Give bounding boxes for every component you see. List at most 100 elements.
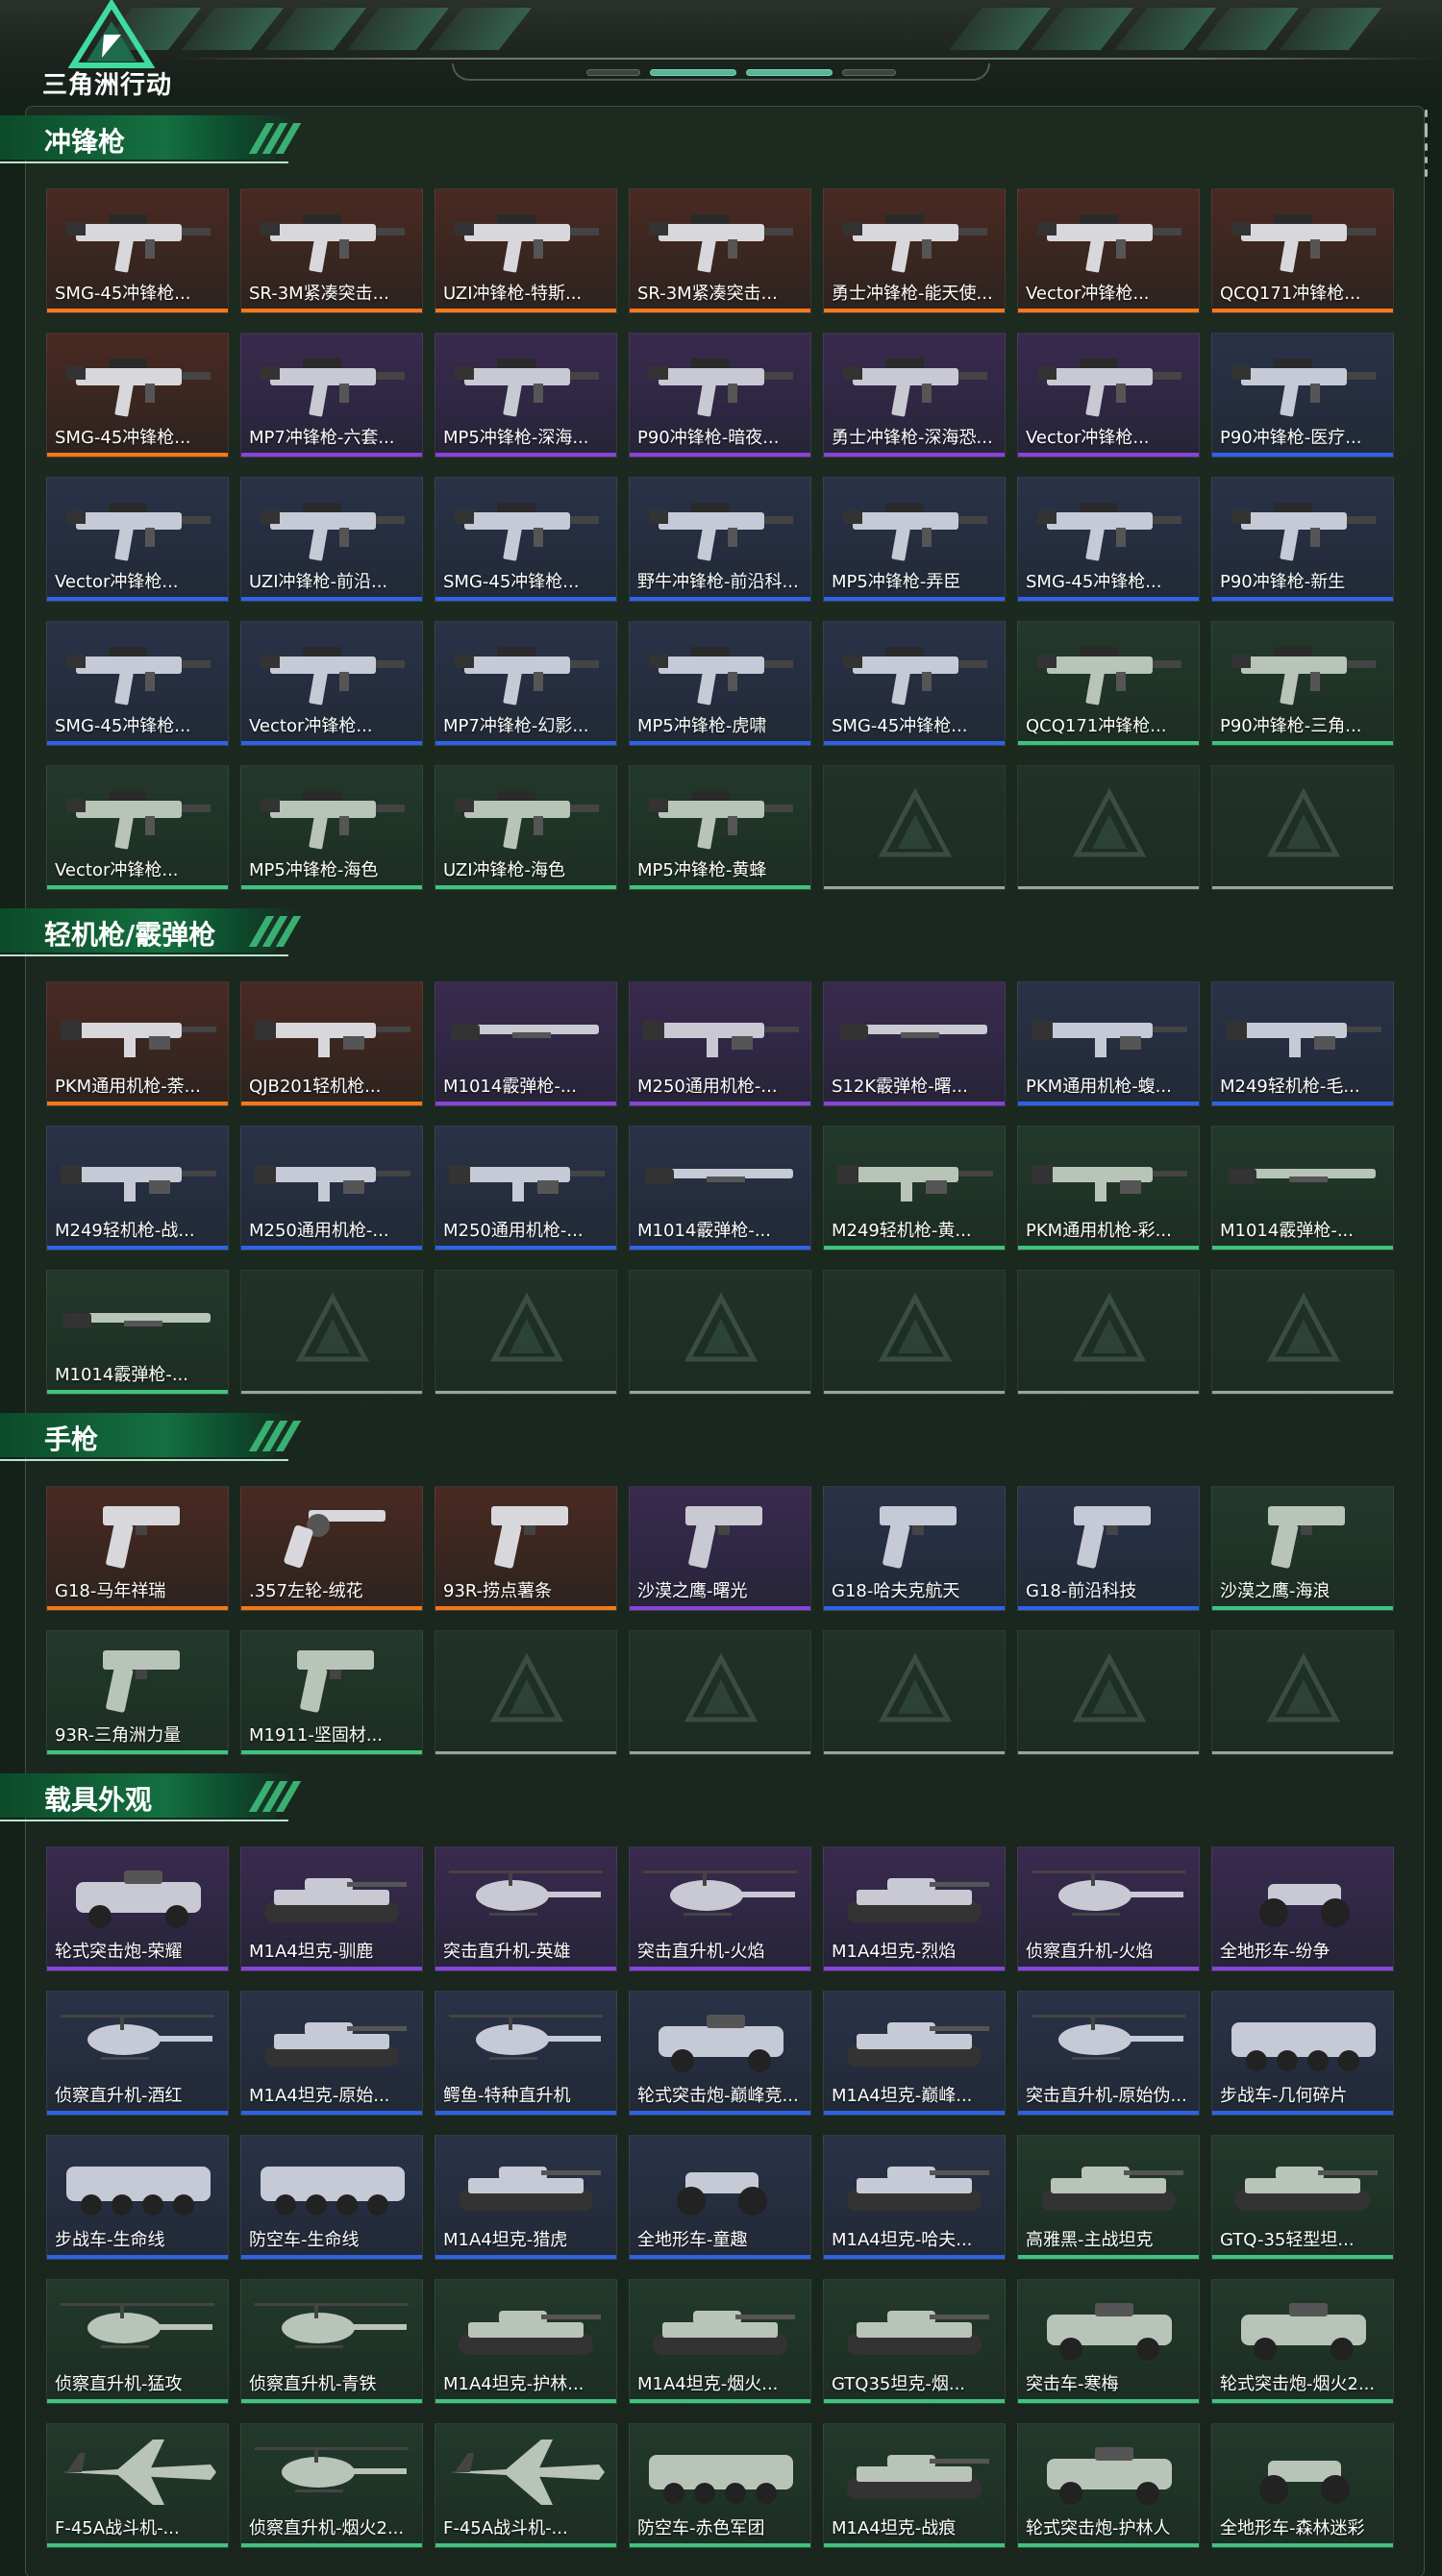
nav-pill[interactable]: [650, 69, 736, 76]
skin-card[interactable]: 轮式突击炮-巅峰竞...: [629, 1991, 811, 2116]
skin-card[interactable]: M1911-坚固材...: [240, 1630, 423, 1755]
smg-icon: [251, 483, 414, 568]
skin-card[interactable]: M1014霰弹枪-...: [1211, 1126, 1394, 1251]
scrollbar[interactable]: [1425, 110, 1430, 178]
skin-card[interactable]: UZI冲锋枪-特斯...: [435, 188, 617, 313]
skin-card[interactable]: SMG-45冲锋枪...: [823, 621, 1006, 746]
skin-card[interactable]: 步战车-几何碎片: [1211, 1991, 1394, 2116]
skin-card[interactable]: SMG-45冲锋枪...: [1017, 477, 1200, 602]
skin-card[interactable]: GTQ35坦克-烟...: [823, 2279, 1006, 2404]
skin-name: G18-马年祥瑞: [55, 1581, 166, 1601]
skin-card[interactable]: PKM通用机枪-彩...: [1017, 1126, 1200, 1251]
skin-card[interactable]: MP5冲锋枪-虎啸: [629, 621, 811, 746]
skin-card[interactable]: P90冲锋枪-三角...: [1211, 621, 1394, 746]
skin-card[interactable]: 防空车-生命线: [240, 2135, 423, 2260]
skin-card[interactable]: M1014霰弹枪-...: [629, 1126, 811, 1251]
skin-card[interactable]: MP5冲锋枪-弄臣: [823, 477, 1006, 602]
skin-card[interactable]: M1A4坦克-驯鹿: [240, 1846, 423, 1971]
skin-card[interactable]: UZI冲锋枪-前沿...: [240, 477, 423, 602]
skin-card[interactable]: F-45A战斗机-...: [46, 2423, 229, 2548]
skin-card[interactable]: 突击车-寒梅: [1017, 2279, 1200, 2404]
skin-card[interactable]: SMG-45冲锋枪...: [46, 188, 229, 313]
skin-card[interactable]: MP5冲锋枪-深海...: [435, 333, 617, 458]
skin-card[interactable]: M250通用机枪-...: [435, 1126, 617, 1251]
skin-name: 全地形车-童趣: [637, 2230, 748, 2250]
skin-card[interactable]: 突击直升机-英雄: [435, 1846, 617, 1971]
skin-card[interactable]: 全地形车-童趣: [629, 2135, 811, 2260]
skin-card[interactable]: M1A4坦克-巅峰...: [823, 1991, 1006, 2116]
skin-card[interactable]: 防空车-赤色军团: [629, 2423, 811, 2548]
skin-name: QCQ171冲锋枪...: [1026, 716, 1167, 736]
skin-card[interactable]: 高雅黑-主战坦克: [1017, 2135, 1200, 2260]
skin-card[interactable]: UZI冲锋枪-海色: [435, 765, 617, 890]
nav-pill[interactable]: [842, 69, 896, 76]
skin-card[interactable]: Vector冲锋枪...: [46, 765, 229, 890]
skin-card[interactable]: G18-前沿科技: [1017, 1486, 1200, 1611]
skin-card[interactable]: 侦察直升机-火焰: [1017, 1846, 1200, 1971]
skin-card[interactable]: Vector冲锋枪...: [1017, 333, 1200, 458]
skin-card[interactable]: M1A4坦克-护林...: [435, 2279, 617, 2404]
skin-card[interactable]: 侦察直升机-青铁: [240, 2279, 423, 2404]
skin-card[interactable]: 突击直升机-原始伪...: [1017, 1991, 1200, 2116]
skin-card[interactable]: 步战车-生命线: [46, 2135, 229, 2260]
skin-card[interactable]: MP7冲锋枪-幻影...: [435, 621, 617, 746]
skin-card[interactable]: MP7冲锋枪-六套...: [240, 333, 423, 458]
skin-card[interactable]: 勇士冲锋枪-深海恐...: [823, 333, 1006, 458]
skin-card[interactable]: M250通用机枪-...: [240, 1126, 423, 1251]
skin-card[interactable]: 突击直升机-火焰: [629, 1846, 811, 1971]
skin-card[interactable]: QCQ171冲锋枪...: [1017, 621, 1200, 746]
nav-pill[interactable]: [586, 69, 640, 76]
skin-card[interactable]: M249轻机枪-毛...: [1211, 981, 1394, 1106]
skin-card[interactable]: MP5冲锋枪-海色: [240, 765, 423, 890]
skin-card[interactable]: M1A4坦克-烟火...: [629, 2279, 811, 2404]
skin-card[interactable]: S12K霰弹枪-曙...: [823, 981, 1006, 1106]
skin-card[interactable]: Vector冲锋枪...: [1017, 188, 1200, 313]
skin-card[interactable]: M1014霰弹枪-...: [46, 1270, 229, 1395]
skin-card[interactable]: Vector冲锋枪...: [240, 621, 423, 746]
skin-card[interactable]: M1014霰弹枪-...: [435, 981, 617, 1106]
skin-card[interactable]: 野牛冲锋枪-前沿科...: [629, 477, 811, 602]
skin-card[interactable]: 侦察直升机-猛攻: [46, 2279, 229, 2404]
skin-card[interactable]: SMG-45冲锋枪...: [435, 477, 617, 602]
skin-card[interactable]: GTQ-35轻型坦...: [1211, 2135, 1394, 2260]
skin-card[interactable]: 轮式突击炮-荣耀: [46, 1846, 229, 1971]
skin-card[interactable]: 侦察直升机-酒红: [46, 1991, 229, 2116]
skin-card[interactable]: 93R-捞点薯条: [435, 1486, 617, 1611]
skin-card[interactable]: P90冲锋枪-暗夜...: [629, 333, 811, 458]
skin-card[interactable]: 轮式突击炮-烟火2...: [1211, 2279, 1394, 2404]
skin-card[interactable]: QCQ171冲锋枪...: [1211, 188, 1394, 313]
skin-card[interactable]: MP5冲锋枪-黄蜂: [629, 765, 811, 890]
skin-card[interactable]: M249轻机枪-黄...: [823, 1126, 1006, 1251]
skin-card[interactable]: M1A4坦克-猎虎: [435, 2135, 617, 2260]
skin-card[interactable]: M1A4坦克-原始...: [240, 1991, 423, 2116]
skin-card[interactable]: F-45A战斗机-...: [435, 2423, 617, 2548]
skin-card[interactable]: 勇士冲锋枪-能天使...: [823, 188, 1006, 313]
skin-card[interactable]: 全地形车-纷争: [1211, 1846, 1394, 1971]
skin-card[interactable]: 侦察直升机-烟火2...: [240, 2423, 423, 2548]
skin-card[interactable]: QJB201轻机枪...: [240, 981, 423, 1106]
skin-card[interactable]: SMG-45冲锋枪...: [46, 333, 229, 458]
skin-card[interactable]: 93R-三角洲力量: [46, 1630, 229, 1755]
skin-card[interactable]: 轮式突击炮-护林人: [1017, 2423, 1200, 2548]
skin-card[interactable]: .357左轮-绒花: [240, 1486, 423, 1611]
skin-card[interactable]: M1A4坦克-烈焰: [823, 1846, 1006, 1971]
skin-card[interactable]: 沙漠之鹰-曙光: [629, 1486, 811, 1611]
skin-card[interactable]: 沙漠之鹰-海浪: [1211, 1486, 1394, 1611]
skin-card[interactable]: M1A4坦克-哈夫...: [823, 2135, 1006, 2260]
skin-card[interactable]: SR-3M紧凑突击...: [240, 188, 423, 313]
skin-card[interactable]: P90冲锋枪-新生: [1211, 477, 1394, 602]
skin-card[interactable]: SR-3M紧凑突击...: [629, 188, 811, 313]
skin-card[interactable]: G18-哈夫克航天: [823, 1486, 1006, 1611]
skin-card[interactable]: M250通用机枪-...: [629, 981, 811, 1106]
skin-card[interactable]: M249轻机枪-战...: [46, 1126, 229, 1251]
skin-card[interactable]: 鳄鱼-特种直升机: [435, 1991, 617, 2116]
skin-card[interactable]: Vector冲锋枪...: [46, 477, 229, 602]
nav-pill[interactable]: [746, 69, 833, 76]
skin-card[interactable]: P90冲锋枪-医疗...: [1211, 333, 1394, 458]
skin-card[interactable]: PKM通用机枪-荼...: [46, 981, 229, 1106]
skin-card[interactable]: G18-马年祥瑞: [46, 1486, 229, 1611]
skin-card[interactable]: SMG-45冲锋枪...: [46, 621, 229, 746]
skin-card[interactable]: PKM通用机枪-蝮...: [1017, 981, 1200, 1106]
skin-card[interactable]: 全地形车-森林迷彩: [1211, 2423, 1394, 2548]
skin-card[interactable]: M1A4坦克-战痕: [823, 2423, 1006, 2548]
